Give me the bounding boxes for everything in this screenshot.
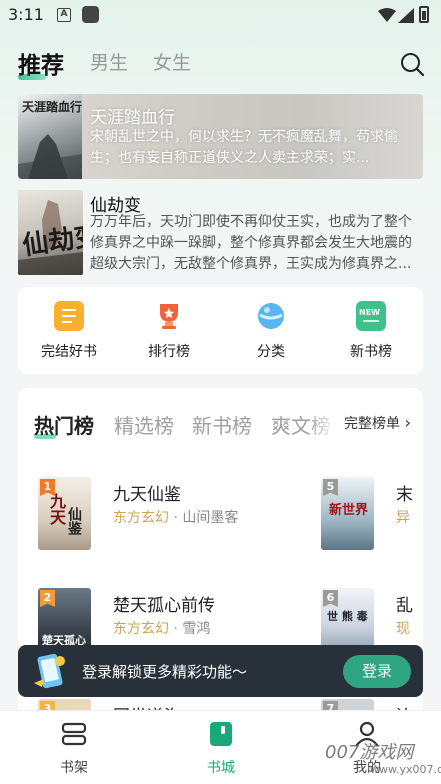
cover-title-art: 天涯踏血行 [22,100,83,114]
full-ranking-label: 完整榜单 [344,416,400,432]
tab-male[interactable]: 男生 [90,48,128,75]
featured-book-card[interactable]: 天涯踏血行 天涯踏血行 宋朝乱世之中，何以求生？无不疯魔乱舞，苟求偷生；也有妄自… [18,94,423,179]
category-finished-books[interactable]: 完结好书 [24,301,114,361]
book-genre: 东方玄幻 [113,510,169,526]
category-icon [256,301,286,331]
book-genre: 异 [396,510,410,526]
category-new-books[interactable]: NEW 新书榜 [326,301,416,361]
tab-recommend[interactable]: 推荐 [18,46,64,80]
nav-bookstore[interactable]: 书城 [181,721,261,777]
meta-separator: · [173,621,178,637]
login-promo-banner: 登录解锁更多精彩功能～ 登录 [18,645,423,697]
book-title: 乱 [396,596,413,616]
keyboard-indicator-icon: A [57,8,71,22]
full-ranking-link[interactable]: 完整榜单 › [340,413,411,433]
signal-icon [398,8,414,23]
chevron-right-icon: › [404,413,411,432]
book-meta: 现 [396,618,410,638]
status-bar: 3:11 A [0,0,441,30]
book-author: 雪鸿 [182,621,211,637]
category-shortcuts: 完结好书 排行榜 分类 NEW 新书榜 [18,287,423,374]
search-icon[interactable] [400,52,424,76]
tab-hot-ranking[interactable]: 热门榜 [34,410,94,439]
tab-new-ranking[interactable]: 新书榜 [192,410,252,439]
tabs-fade-overlay [308,406,338,442]
book-meta: 东方玄幻 · 山间墨客 [113,507,238,527]
book-description: 万万年后，天功门即使不再仰仗王实，也成为了整个修真界之中跺一跺脚，整个修真界都会… [90,214,412,272]
rank-list-item[interactable]: 九天 仙鉴 1 九天仙鉴 东方玄幻 · 山间墨客 [38,477,328,557]
new-books-icon: NEW [356,301,386,331]
category-label: 新书榜 [350,344,392,360]
category-label: 分类 [257,344,285,360]
notification-square-icon [82,6,99,23]
phone-illustration-icon [34,653,65,689]
login-promo-text: 登录解锁更多精彩功能～ [82,663,248,681]
book-cover: 天涯踏血行 [18,94,82,179]
book-genre: 现 [396,621,410,637]
book-author: 山间墨客 [182,510,239,526]
watermark-brand: 007游戏网 [325,742,414,763]
recommended-book-item[interactable]: 仙劫变 仙劫变 万万年后，天功门即使不再仰仗王实，也成为了整个修真界之中跺一跺脚… [18,188,423,276]
trophy-icon [154,301,184,331]
book-cover: 仙劫变 [18,190,83,275]
book-title: 九天仙鉴 [113,485,181,505]
rank-list-item[interactable]: 新世界 5 末 异 [321,477,423,557]
book-title: 末 [396,485,413,505]
tab-selected-ranking[interactable]: 精选榜 [114,410,174,439]
nav-label: 书架 [60,760,88,776]
wifi-icon [378,8,396,22]
bookstore-icon [210,722,232,746]
category-ranking[interactable]: 排行榜 [124,301,214,361]
login-button[interactable]: 登录 [343,655,411,688]
meta-separator: · [173,510,178,526]
status-time: 3:11 [8,5,44,24]
book-meta: 异 [396,507,410,527]
nav-bookshelf[interactable]: 书架 [34,721,114,777]
book-genre: 东方玄幻 [113,621,169,637]
category-label: 排行榜 [148,344,190,360]
watermark-url: www.yx007.com [370,763,441,776]
bookshelf-icon [61,722,87,746]
book-meta: 东方玄幻 · 雪鸿 [113,618,210,638]
nav-label: 书城 [207,760,235,776]
book-description: 宋朝乱世之中，何以求生？无不疯魔乱舞，苟求偷生；也有妄自称正道侠义之人卖主求荣；… [90,129,398,166]
cover-figure-art [18,134,82,179]
finished-books-icon [54,301,84,331]
book-title: 楚天孤心前传 [113,596,215,616]
category-classify[interactable]: 分类 [226,301,316,361]
battery-icon [419,6,429,23]
category-label: 完结好书 [41,344,97,360]
tab-female[interactable]: 女生 [153,48,191,75]
book-title: 天涯踏血行 [90,108,175,128]
